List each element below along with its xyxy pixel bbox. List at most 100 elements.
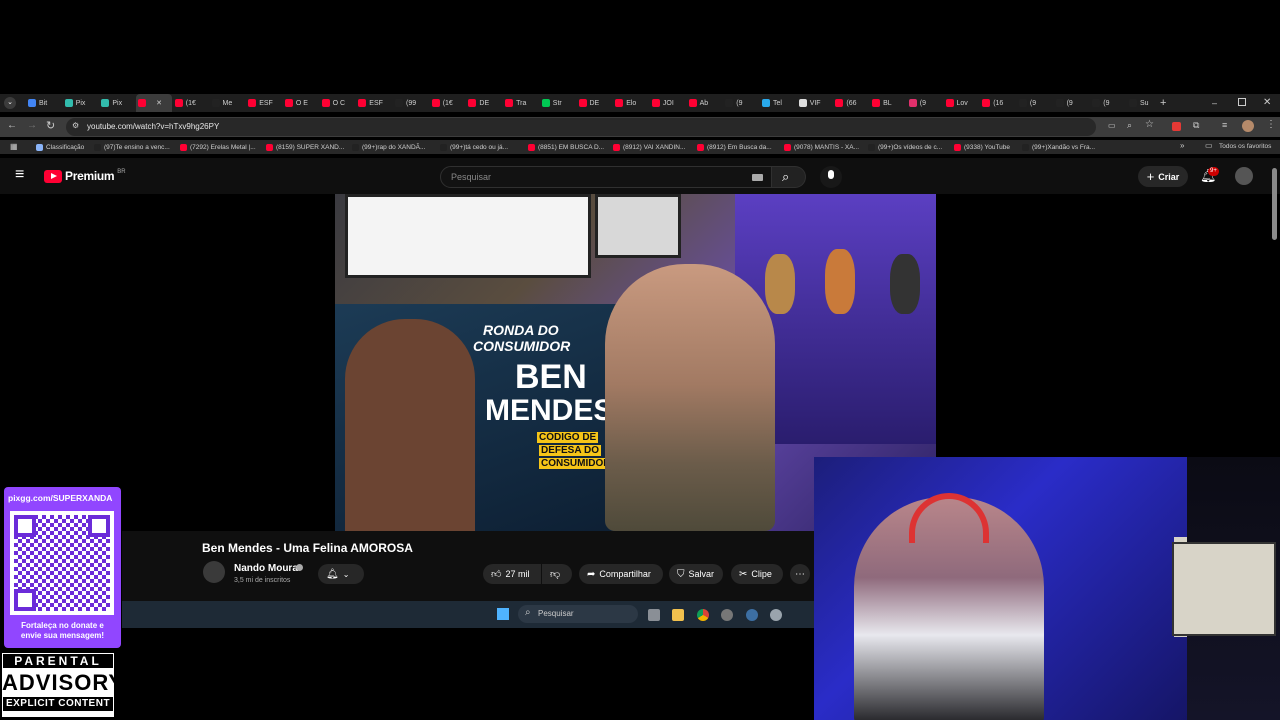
browser-tab[interactable]: (9 [907,94,943,112]
browser-tab[interactable]: Tel [760,94,796,112]
new-tab-button[interactable]: + [1160,94,1166,112]
browser-tab[interactable]: Pix [99,94,135,112]
reload-icon[interactable]: ↻ [46,119,55,132]
browser-tab[interactable]: Elo [613,94,649,112]
steam-icon[interactable] [746,609,758,621]
browser-tab[interactable]: JOI [650,94,686,112]
browser-tab[interactable]: Lov [944,94,980,112]
browser-tab[interactable]: O E [283,94,319,112]
bookmark-item[interactable]: (8851) EM BUSCA D... [528,140,604,154]
browser-tab[interactable]: (99 [393,94,429,112]
bookmark-item[interactable]: (8159) SUPER XAND... [266,140,344,154]
maximize-button[interactable] [1238,98,1246,106]
url-box[interactable]: ⚙ youtube.com/watch?v=hTxv9hg26PY [66,118,1096,136]
site-info-icon[interactable]: ⚙ [72,121,79,130]
create-button[interactable]: + Criar [1138,166,1188,187]
keyboard-icon[interactable] [752,174,763,181]
tab-list-dropdown-icon[interactable]: ⌄ [4,97,16,109]
all-bookmarks-link[interactable]: Todos os favoritos [1219,143,1271,150]
save-button[interactable]: ⛉ Salvar [669,564,723,584]
bookmark-item[interactable]: (8912) Em Busca da... [697,140,772,154]
browser-tab[interactable]: Me [210,94,246,112]
browser-tab[interactable]: (9 [1017,94,1053,112]
channel-name[interactable]: Nando Moura [234,563,298,574]
taskbar-search-input[interactable]: ⌕ Pesquisar [518,605,638,623]
youtube-logo[interactable]: Premium BR [44,169,126,183]
bookmark-star-icon[interactable]: ☆ [1145,119,1154,130]
task-view-icon[interactable] [648,609,660,621]
browser-tab[interactable]: (9 [1090,94,1126,112]
tab-favicon-icon [431,99,440,107]
bookmark-item[interactable]: (99+)tá cedo ou já... [440,140,508,154]
bookmark-item[interactable]: (99+)Os vídeos de c... [868,140,942,154]
channel-avatar[interactable] [203,561,225,583]
tab-label: (16 [993,99,1004,107]
extensions-puzzle-icon[interactable]: ⧉ [1193,120,1199,131]
browser-tab[interactable]: (9 [1054,94,1090,112]
browser-tab[interactable]: ESF [246,94,282,112]
bookmark-item[interactable]: (7292) Erelas Metal |... [180,140,256,154]
browser-tab[interactable]: Pix [63,94,99,112]
app-icon[interactable] [721,609,733,621]
dislike-button[interactable]: 👎︎ [542,564,572,584]
bookmark-item[interactable]: (97)Te ensino a venc... [94,140,170,154]
browser-menu-icon[interactable]: ⋮ [1266,119,1276,130]
minimize-button[interactable]: – [1212,94,1217,112]
browser-tab[interactable]: ✕ [136,94,173,112]
like-button[interactable]: 👍︎ 27 mil [483,564,541,584]
browser-tab[interactable]: (9 [723,94,759,112]
browser-tab[interactable]: (1€ [173,94,209,112]
close-window-button[interactable]: ✕ [1263,94,1271,112]
browser-tab[interactable]: Ab [687,94,723,112]
account-avatar[interactable] [1235,167,1253,185]
browser-tab[interactable]: Str [540,94,576,112]
browser-tab[interactable]: DE [466,94,502,112]
browser-tab[interactable]: (66 [833,94,869,112]
search-button[interactable]: ⌕ [772,166,806,188]
browser-tab[interactable]: DE [577,94,613,112]
browser-tab[interactable]: (1€ [430,94,466,112]
bookmark-item[interactable]: (99+)Xandão vs Fra... [1022,140,1095,154]
browser-tab[interactable]: BL [870,94,906,112]
bookmark-label: Classificação [46,143,85,151]
tab-favicon-icon [725,99,734,107]
settings-icon[interactable] [770,609,782,621]
browser-tab[interactable]: (16 [980,94,1016,112]
windows-start-icon[interactable] [497,608,509,620]
zoom-icon[interactable]: ⌕ [1127,120,1132,131]
cast-icon[interactable]: ▭ [1108,121,1116,130]
share-button[interactable]: ➦ Compartilhar [579,564,663,584]
reading-list-icon[interactable]: ≡ [1222,120,1227,130]
browser-tab[interactable]: Bit [26,94,62,112]
chrome-icon[interactable] [697,609,709,621]
back-icon[interactable]: ← [7,120,17,131]
bookmark-item[interactable]: (9078) MANTIS - XA... [784,140,859,154]
clip-button[interactable]: ✂ Clipe [731,564,783,584]
hamburger-menu-icon[interactable]: ≡ [15,166,24,184]
search-input[interactable]: Pesquisar [440,166,772,188]
apps-grid-icon[interactable]: ▦ [10,142,18,151]
url-text: youtube.com/watch?v=hTxv9hg26PY [87,122,220,131]
page-scrollbar[interactable] [1272,168,1277,240]
bookmark-item[interactable]: (8912) VAI XANDIN... [613,140,685,154]
browser-tab[interactable]: O C [320,94,356,112]
extension-red-icon[interactable] [1172,122,1181,131]
close-tab-icon[interactable]: ✕ [156,99,162,107]
more-actions-button[interactable]: ⋯ [790,564,810,584]
profile-avatar[interactable] [1242,120,1254,132]
voice-search-button[interactable] [820,166,842,188]
browser-tab[interactable]: ESF [356,94,392,112]
file-explorer-icon[interactable] [672,609,684,621]
subscription-bell-button[interactable]: 🔔︎ ⌄ [318,564,364,584]
browser-tab[interactable]: Tra [503,94,539,112]
browser-tab[interactable]: Su [1127,94,1163,112]
bookmark-item[interactable]: Classificação [36,140,84,154]
notifications-button[interactable]: 🔔︎ 9+ [1199,167,1219,186]
tab-favicon-icon [64,99,73,107]
browser-tab[interactable]: VIF [797,94,833,112]
bookmark-item[interactable]: (9338) YouTube [954,140,1010,154]
more-bookmarks-icon[interactable]: » [1180,141,1184,150]
tab-label: Su [1140,99,1149,107]
bookmark-item[interactable]: (99+)rap do XANDÃ... [352,140,425,154]
forward-icon[interactable]: → [27,120,37,131]
